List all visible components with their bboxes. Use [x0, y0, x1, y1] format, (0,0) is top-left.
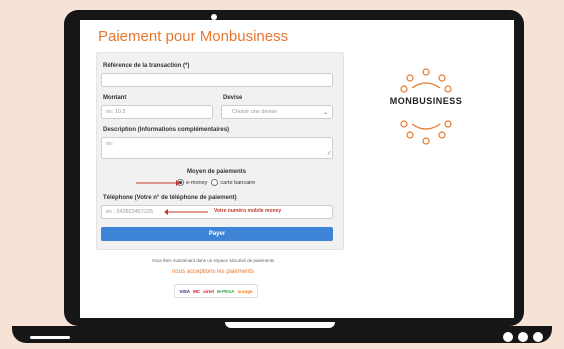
- logo-rings-icon: [400, 68, 452, 145]
- laptop-base: [12, 326, 552, 343]
- brand-logo: MONBUSINESS: [376, 68, 476, 158]
- laptop-screen: Paiement pour Monbusiness Référence de l…: [80, 20, 514, 318]
- dot-icon: [518, 332, 528, 342]
- laptop-dots: [503, 332, 543, 342]
- airtel-logo: airtel: [203, 288, 214, 294]
- dot-icon: [503, 332, 513, 342]
- visa-logo: VISA: [179, 288, 191, 294]
- laptop-base-bar: [30, 336, 70, 339]
- arrow-phone-head: [164, 209, 168, 215]
- brand-name: MONBUSINESS: [389, 96, 463, 106]
- secure-text: Vous êtes maintenant dans un espace sécu…: [151, 258, 275, 263]
- mastercard-logo: MC: [193, 288, 201, 294]
- laptop-notch: [225, 322, 335, 328]
- accept-text: nous acceptions les paiements: [171, 269, 255, 275]
- dot-icon: [533, 332, 543, 342]
- payment-logos: VISA MC airtel M-PESA orange: [174, 284, 258, 298]
- phone-hint: Votre numéro mobile money: [214, 208, 282, 214]
- arrow-emoney-head: [176, 180, 180, 186]
- mpesa-logo: M-PESA: [216, 288, 235, 294]
- orange-money-logo: orange: [237, 288, 253, 294]
